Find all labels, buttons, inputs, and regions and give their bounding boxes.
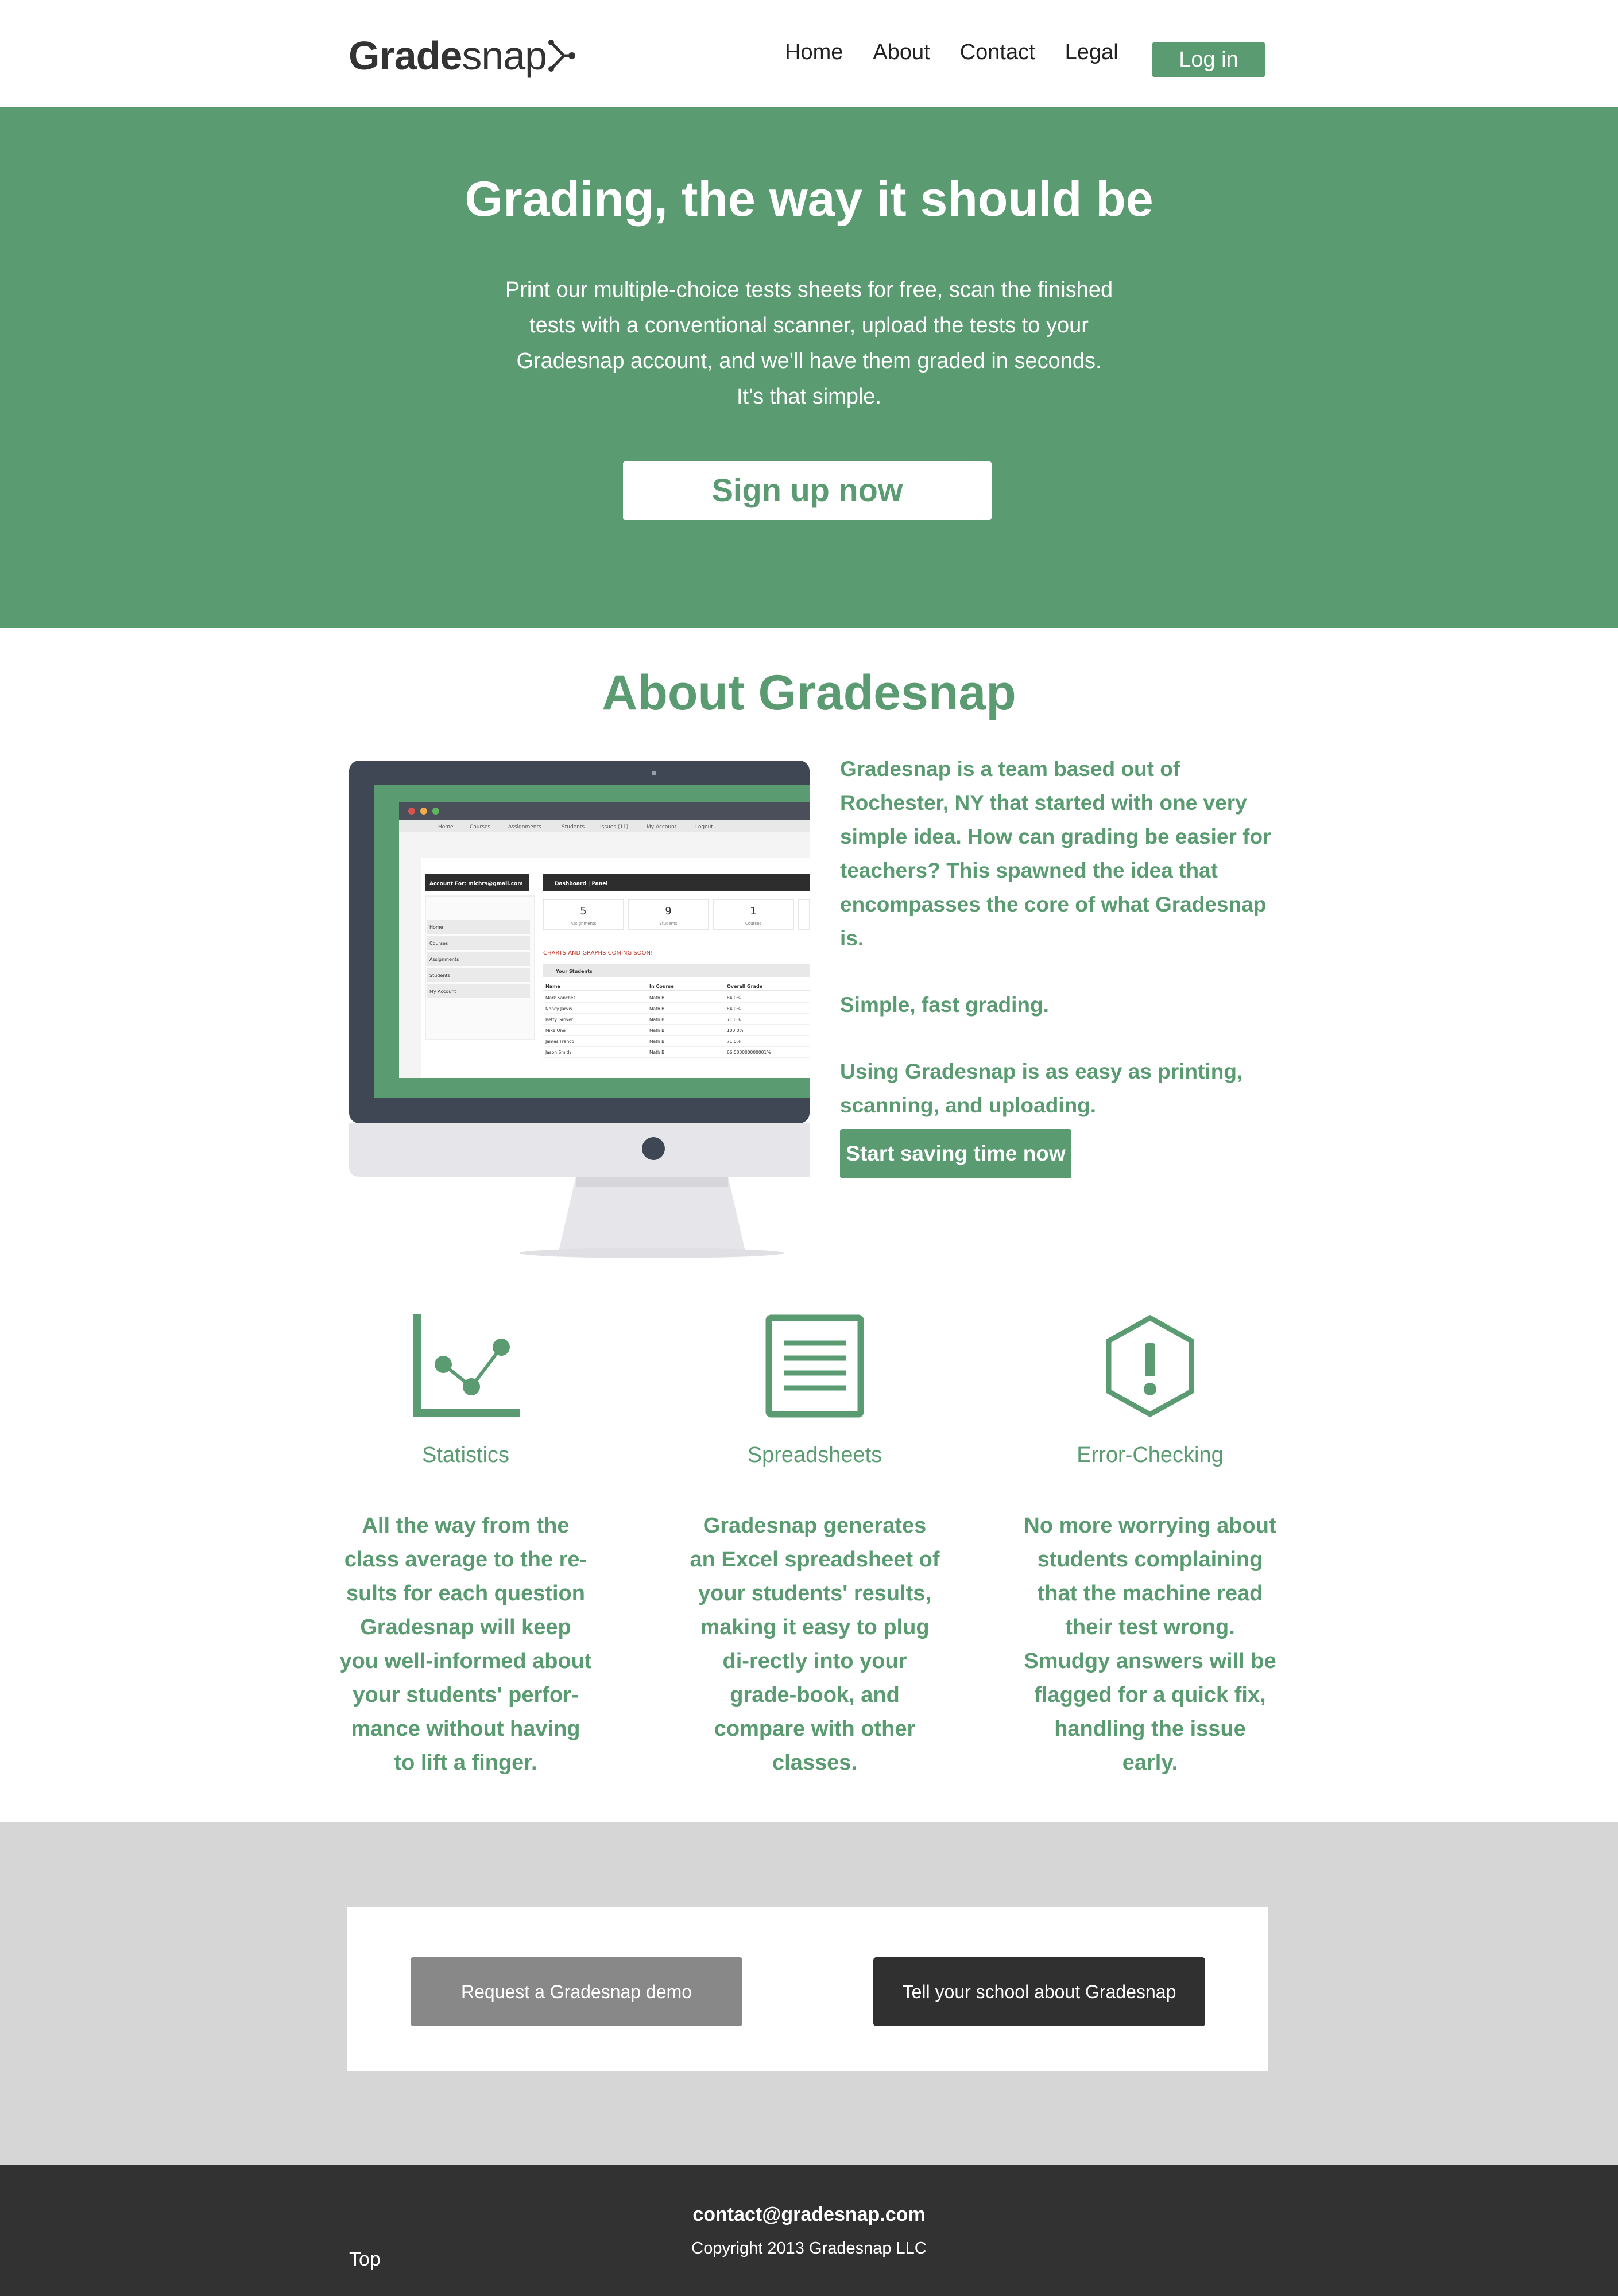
login-button[interactable]: Log in — [1152, 42, 1265, 77]
feature-desc-spreadsheets: Gradesnap generates an Excel spreadsheet… — [690, 1514, 940, 1775]
screen-table-cell: James Franco — [545, 1039, 574, 1044]
screen-col-course: In Course — [649, 984, 674, 989]
request-demo-button[interactable]: Request a Gradesnap demo — [411, 1957, 742, 2026]
screen-stat-assignments-label: Assignments — [571, 921, 597, 926]
feature-statistics: Statistics All the way from the class av… — [339, 1314, 592, 1780]
screen-menu-account: My Account — [647, 824, 677, 830]
screen-table-cell: Mark Sanchez — [545, 995, 575, 1000]
warning-hexagon-icon — [1106, 1314, 1194, 1418]
top-navbar: Grade snap Home About Contact Legal Log i… — [0, 0, 1618, 107]
screen-stat-students-label: Students — [659, 921, 678, 926]
chart-icon — [413, 1314, 520, 1417]
feature-desc-statistics: All the way from the class average to th… — [339, 1514, 592, 1775]
screen-table-cell: Betty Grover — [545, 1017, 574, 1022]
screen-table-cell: Math B — [649, 1028, 664, 1033]
screen-menu-home: Home — [438, 824, 454, 830]
screen-table-cell: Math B — [649, 1017, 664, 1022]
signup-button[interactable]: Sign up now — [623, 461, 992, 520]
hero-section: Grading, the way it should be Print our … — [0, 107, 1618, 628]
screen-sidebar-home: Home — [429, 925, 443, 930]
cta-section: Request a Gradesnap demo Tell your schoo… — [0, 1822, 1618, 2165]
screen-sidebar-courses: Courses — [429, 941, 448, 946]
feature-title-statistics: Statistics — [421, 1443, 510, 1467]
feature-spreadsheets: Spreadsheets Gradesnap generates an Exce… — [688, 1314, 941, 1780]
screen-panel-title: Dashboard | Panel — [555, 881, 607, 887]
feature-title-error-checking: Error-Checking — [1077, 1443, 1224, 1467]
nav-links: Home About Contact Legal — [785, 40, 1148, 65]
about-paragraph-intro: Gradesnap is a team based out of Rochest… — [840, 757, 1271, 950]
screen-stat-courses-value: 1 — [750, 905, 756, 917]
screen-table-cell: 71.0% — [727, 1017, 741, 1022]
footer: Top contact@gradesnap.com Copyright 2013… — [0, 2165, 1618, 2296]
screen-table-cell: Math B — [649, 1050, 664, 1055]
start-saving-time-button[interactable]: Start saving time now — [840, 1129, 1071, 1178]
share-arrow-icon — [548, 40, 576, 72]
screen-menu-students: Students — [562, 824, 585, 830]
logo-text-bold: Grade — [349, 33, 462, 78]
screen-sidebar-account: My Account — [429, 989, 456, 994]
about-paragraph-steps: Using Gradesnap is as easy as printing, … — [840, 1060, 1243, 1117]
contact-email-link[interactable]: contact@gradesnap.com — [0, 2204, 1618, 2226]
screen-table-cell: 71.0% — [727, 1039, 741, 1044]
hero-title: Grading, the way it should be — [465, 172, 1153, 227]
hero-description: Print our multiple-choice tests sheets f… — [505, 278, 1113, 409]
screen-stat-assignments-value: 5 — [580, 905, 586, 917]
nav-link-home[interactable]: Home — [785, 40, 843, 65]
spreadsheet-icon — [765, 1314, 864, 1418]
screen-menu-logout: Logout — [695, 824, 713, 830]
screen-menu-issues: Issues (11) — [600, 824, 628, 830]
screen-sidebar-assignments: Assignments — [429, 957, 459, 962]
nav-link-legal[interactable]: Legal — [1065, 40, 1118, 65]
feature-error-checking: Error-Checking No more worrying about st… — [1024, 1314, 1276, 1780]
screen-stat-courses-label: Courses — [745, 921, 761, 926]
screen-col-grade: Overall Grade — [727, 984, 763, 989]
screen-table-cell: 84.0% — [727, 1006, 741, 1011]
cta-box: Request a Gradesnap demo Tell your schoo… — [347, 1907, 1268, 2071]
about-title: About Gradesnap — [602, 665, 1016, 720]
tell-school-button[interactable]: Tell your school about Gradesnap — [873, 1957, 1205, 2026]
screen-table-cell: 100.0% — [727, 1028, 744, 1033]
screen-table-cell: 66.000000000001% — [727, 1050, 771, 1055]
screen-table-cell: 84.0% — [727, 995, 741, 1000]
screen-table-title: Your Students — [555, 969, 593, 974]
screen-menu-assignments: Assignments — [508, 824, 541, 830]
screen-menu-courses: Courses — [470, 824, 490, 830]
about-paragraph-tagline: Simple, fast grading. — [840, 993, 1049, 1017]
nav-link-contact[interactable]: Contact — [960, 40, 1035, 65]
nav-link-about[interactable]: About — [873, 40, 930, 65]
copyright-text: Copyright 2013 Gradesnap LLC — [691, 2239, 927, 2258]
screen-table-cell: Jason Smith — [545, 1050, 571, 1055]
screen-col-name: Name — [545, 984, 560, 989]
screen-table-cell: Nancy Jarvis — [545, 1006, 572, 1011]
screen-notice: CHARTS AND GRAPHS COMING SOON! — [543, 950, 653, 956]
screen-sidebar-students: Students — [429, 973, 450, 978]
gradesnap-logo[interactable]: Grade snap — [349, 30, 578, 82]
monitor-screenshot-image: Home Courses Assignments Students Issues… — [349, 761, 810, 1258]
about-description: Gradesnap is a team based out of Rochest… — [840, 752, 1276, 1155]
screen-stat-students-value: 9 — [665, 905, 671, 917]
logo-text-light: snap — [462, 33, 547, 78]
screen-table-cell: Math B — [649, 1039, 664, 1044]
feature-desc-error-checking: No more worrying about students complain… — [1024, 1514, 1276, 1775]
screen-account-label: Account For: mlchrs@gmail.com — [429, 881, 523, 887]
screen-table-cell: Math B — [649, 995, 664, 1000]
screen-table-cell: Math B — [649, 1006, 664, 1011]
feature-title-spreadsheets: Spreadsheets — [747, 1443, 882, 1467]
screen-table-cell: Mike One — [545, 1028, 566, 1033]
